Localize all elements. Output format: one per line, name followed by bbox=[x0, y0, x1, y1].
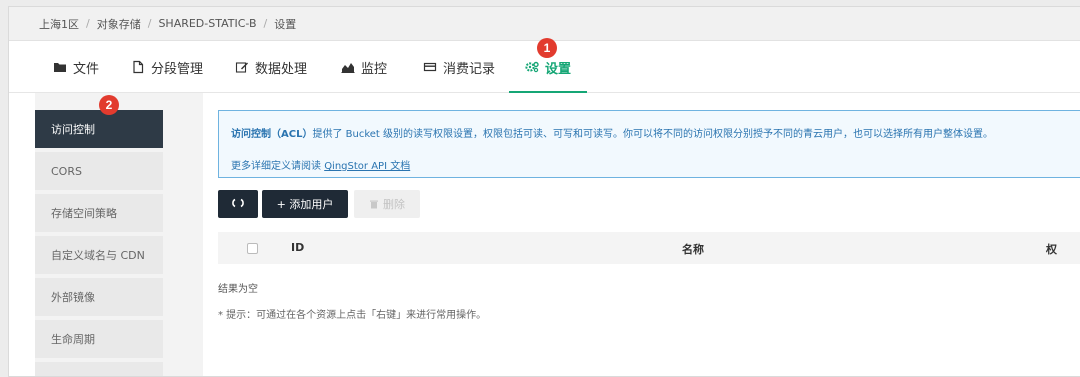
delete-button[interactable]: 删除 bbox=[354, 190, 420, 218]
acl-description: 访问控制（ACL）提供了 Bucket 级别的读写权限设置，权限包括可读、可写和… bbox=[231, 125, 993, 140]
tab-multipart[interactable]: 分段管理 bbox=[131, 41, 203, 93]
step-badge-2: 2 bbox=[99, 95, 119, 115]
sidebar-item-next[interactable] bbox=[35, 362, 163, 376]
sidebar-item-label: 自定义域名与 CDN bbox=[51, 249, 145, 262]
column-permission[interactable]: 权 bbox=[1046, 241, 1057, 257]
refresh-button[interactable] bbox=[218, 190, 258, 218]
breadcrumb-separator: / bbox=[263, 17, 268, 30]
table-header: ID 名称 权 bbox=[218, 232, 1080, 264]
sidebar-item-label: 外部镜像 bbox=[51, 291, 95, 304]
acl-text: 提供了 Bucket 级别的读写权限设置，权限包括可读、可写和可读写。你可以将不… bbox=[312, 129, 994, 140]
app-window: 上海1区 / 对象存储 / SHARED-STATIC-B / 设置 文件 分段… bbox=[8, 6, 1080, 377]
breadcrumb-separator: / bbox=[147, 17, 152, 30]
breadcrumb-separator: / bbox=[86, 17, 90, 30]
empty-result-text: 结果为空 bbox=[218, 284, 258, 295]
tab-label: 消费记录 bbox=[443, 61, 496, 77]
tab-billing[interactable]: 消费记录 bbox=[423, 41, 495, 93]
sidebar-item-label: 访问控制 bbox=[51, 123, 95, 136]
select-all-checkbox[interactable] bbox=[247, 243, 258, 254]
chart-icon bbox=[341, 60, 355, 74]
tab-label: 数据处理 bbox=[255, 61, 308, 77]
sidebar-item-label: CORS bbox=[51, 164, 82, 178]
tab-monitoring[interactable]: 监控 bbox=[341, 41, 387, 93]
sidebar-item-label: 生命周期 bbox=[51, 333, 95, 346]
column-id[interactable]: ID bbox=[291, 241, 304, 254]
tab-data-processing[interactable]: 数据处理 bbox=[235, 41, 307, 93]
sidebar-item-external-mirror[interactable]: 外部镜像 bbox=[35, 278, 163, 316]
add-user-button[interactable]: + 添加用户 bbox=[262, 190, 348, 218]
sidebar-item-bucket-policy[interactable]: 存储空间策略 bbox=[35, 194, 163, 232]
sidebar-item-lifecycle[interactable]: 生命周期 bbox=[35, 320, 163, 358]
breadcrumb: 上海1区 / 对象存储 / SHARED-STATIC-B / 设置 bbox=[9, 7, 1080, 41]
qingstor-api-doc-link[interactable]: QingStor API 文档 bbox=[324, 161, 410, 172]
tab-label: 文件 bbox=[73, 61, 100, 77]
billing-icon bbox=[423, 60, 437, 74]
step-badge-1: 1 bbox=[537, 38, 557, 58]
edit-icon bbox=[235, 60, 249, 74]
sidebar-item-label: 存储空间策略 bbox=[51, 207, 117, 220]
breadcrumb-current: 设置 bbox=[274, 17, 297, 31]
sidebar-item-custom-domain-cdn[interactable]: 自定义域名与 CDN bbox=[35, 236, 163, 274]
acl-title: 访问控制（ACL） bbox=[231, 129, 313, 140]
breadcrumb-bucket[interactable]: SHARED-STATIC-B bbox=[158, 17, 256, 30]
tab-label: 监控 bbox=[361, 61, 388, 77]
column-name[interactable]: 名称 bbox=[682, 241, 704, 257]
breadcrumb-object-storage[interactable]: 对象存储 bbox=[97, 16, 141, 32]
trash-icon bbox=[369, 199, 379, 209]
delete-label: 删除 bbox=[383, 198, 405, 211]
sidebar-item-cors[interactable]: CORS bbox=[35, 152, 163, 190]
tab-label: 设置 bbox=[545, 61, 572, 77]
acl-info-panel: 访问控制（ACL）提供了 Bucket 级别的读写权限设置，权限包括可读、可写和… bbox=[218, 110, 1080, 178]
gear-icon bbox=[525, 60, 539, 74]
tab-files[interactable]: 文件 bbox=[53, 41, 99, 93]
sidebar-item-access-control[interactable]: 访问控制 bbox=[35, 110, 163, 148]
tab-label: 分段管理 bbox=[151, 61, 204, 77]
folder-icon bbox=[53, 60, 67, 74]
breadcrumb-region[interactable]: 上海1区 bbox=[39, 16, 79, 32]
tip-text: * 提示：可通过在各个资源上点击「右键」来进行常用操作。 bbox=[218, 310, 487, 321]
refresh-icon bbox=[232, 197, 244, 212]
acl-more-info: 更多详细定义请阅读 QingStor API 文档 bbox=[231, 157, 410, 172]
document-icon bbox=[131, 60, 145, 74]
more-info-prefix: 更多详细定义请阅读 bbox=[231, 161, 321, 172]
